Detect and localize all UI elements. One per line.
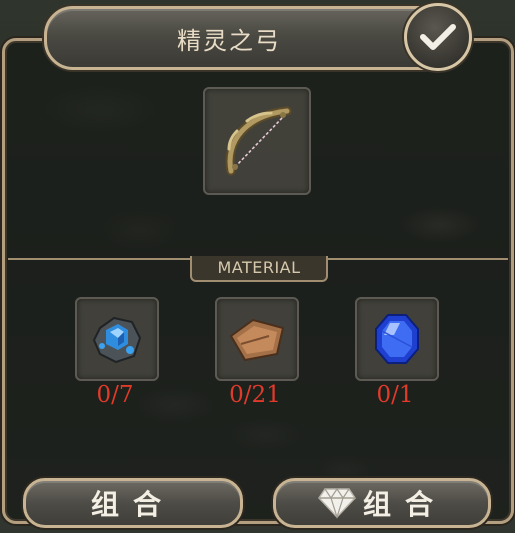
blue-ore-icon [92, 316, 142, 364]
material-section-label: MATERIAL [190, 256, 328, 282]
title-bar: 精灵之弓 [44, 6, 454, 70]
diamond-icon [318, 487, 356, 519]
checkmark-icon [420, 24, 456, 50]
confirm-button[interactable] [404, 3, 472, 71]
leather-hide-icon [229, 318, 285, 362]
recipe-title: 精灵之弓 [177, 26, 281, 55]
material-count-2: 0/21 [229, 382, 281, 408]
gem-combine-button-label: 组合 [362, 488, 447, 521]
combine-button-label: 组合 [90, 488, 175, 521]
material-slot-2[interactable] [215, 297, 299, 381]
sapphire-icon [375, 314, 419, 364]
gem-combine-button[interactable]: 组合 [273, 478, 491, 528]
bow-icon [225, 106, 292, 176]
material-count-1: 0/7 [96, 382, 134, 408]
material-count-3: 0/1 [376, 382, 414, 408]
result-item-slot[interactable] [203, 87, 311, 195]
material-slot-3[interactable] [355, 297, 439, 381]
material-slot-1[interactable] [75, 297, 159, 381]
combine-button[interactable]: 组合 [23, 478, 243, 528]
